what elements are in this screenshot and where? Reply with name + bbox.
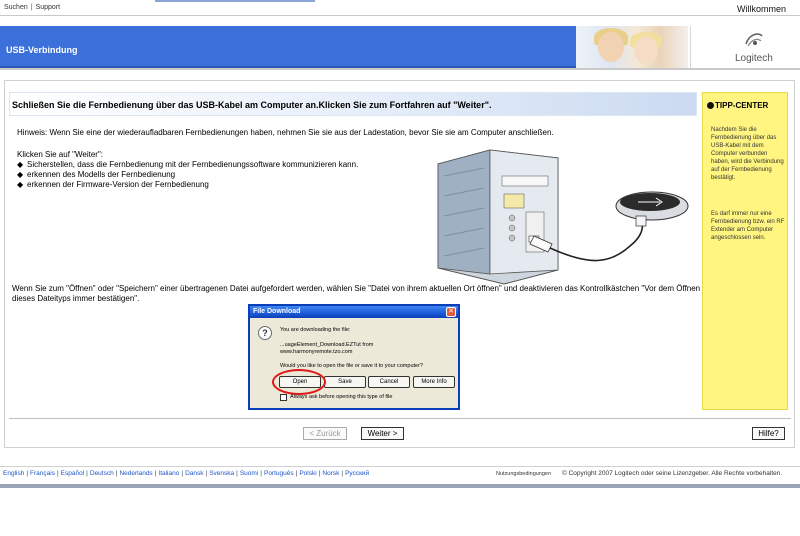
bottom-bar xyxy=(0,484,800,488)
browser-tab-indicator xyxy=(155,0,315,2)
hint-text: Hinweis: Wenn Sie eine der wiederaufladb… xyxy=(17,128,554,137)
logitech-logo: Logitech xyxy=(690,26,800,68)
close-icon: ✕ xyxy=(446,307,456,317)
terms-link[interactable]: Nutzungsbedingungen xyxy=(496,471,551,477)
tip-bullet-icon xyxy=(707,102,714,109)
lang-link-deutsch[interactable]: Deutsch xyxy=(90,470,114,477)
dialog-titlebar: File Download ✕ xyxy=(250,306,458,318)
file-download-dialog-image: File Download ✕ ? You are downloading th… xyxy=(248,304,460,410)
lang-link-english[interactable]: English xyxy=(3,470,24,477)
dialog-more-info-button: More Info xyxy=(413,376,455,388)
content-divider xyxy=(9,418,791,419)
page-header: USB-Verbindung xyxy=(0,26,576,68)
lang-link-russian[interactable]: Русский xyxy=(345,470,369,477)
copyright-text: © Copyright 2007 Logitech oder seine Liz… xyxy=(562,470,783,477)
header-photo xyxy=(576,26,688,68)
dialog-title: File Download xyxy=(253,308,301,315)
tip-text-2: Es darf immer nur eine Fernbedienung bzw… xyxy=(711,211,785,241)
tip-center-header: TIPP-CENTER xyxy=(707,101,768,110)
dialog-line-1: You are downloading the file: xyxy=(280,327,351,333)
lang-link-svenska[interactable]: Svenska xyxy=(209,470,234,477)
page-title: USB-Verbindung xyxy=(6,45,78,55)
always-ask-checkbox xyxy=(280,394,287,401)
lang-link-portugues[interactable]: Português xyxy=(264,470,294,477)
always-ask-label: Always ask before opening this type of f… xyxy=(290,394,393,400)
lang-link-polski[interactable]: Polski xyxy=(299,470,316,477)
lang-link-nederlands[interactable]: Nederlands xyxy=(119,470,152,477)
next-button[interactable]: Weiter > xyxy=(361,427,404,440)
lang-link-dansk[interactable]: Dansk xyxy=(185,470,203,477)
help-button[interactable]: Hilfe? xyxy=(752,427,785,440)
click-intro-text: Klicken Sie auf "Weiter": xyxy=(17,150,104,159)
logo-wordmark: Logitech xyxy=(735,53,773,64)
support-link[interactable]: Support xyxy=(36,4,61,11)
dialog-cancel-button: Cancel xyxy=(368,376,410,388)
usb-connection-illustration xyxy=(437,149,689,285)
welcome-text: Willkommen xyxy=(736,4,786,14)
header-divider xyxy=(0,68,800,70)
lang-link-espanol[interactable]: Español xyxy=(61,470,85,477)
list-item: ◆ erkennen der Firmware-Version der Fernb… xyxy=(17,180,209,189)
lang-link-italiano[interactable]: Italiano xyxy=(158,470,179,477)
tip-center-panel: TIPP-CENTER Nachdem Sie die Fernbedienun… xyxy=(702,92,788,410)
logitech-eye-icon xyxy=(745,33,763,47)
list-item: ◆ erkennen des Modells der Fernbedienung xyxy=(17,170,176,179)
link-separator: | xyxy=(30,4,33,11)
dialog-save-button: Save xyxy=(324,376,366,388)
dialog-host: www.harmonyremote.tzo.com xyxy=(280,349,353,355)
bullet-list: ◆ Sicherstellen, dass die Fernbedienung m… xyxy=(17,160,358,190)
bullet-icon: ◆ xyxy=(17,160,24,169)
lang-link-suomi[interactable]: Suomi xyxy=(240,470,258,477)
lang-link-norsk[interactable]: Norsk xyxy=(322,470,339,477)
bullet-icon: ◆ xyxy=(17,170,24,179)
dialog-filename: ...uageElement_Download.EZTut from xyxy=(280,342,374,348)
question-icon: ? xyxy=(258,326,272,340)
bullet-icon: ◆ xyxy=(17,180,24,189)
back-button[interactable]: < Zurück xyxy=(303,427,347,440)
instruction-text: Schließen Sie die Fernbedienung über das… xyxy=(12,100,492,110)
top-links: Suchen | Support xyxy=(4,4,60,11)
instruction-bar: Schließen Sie die Fernbedienung über das… xyxy=(9,92,697,116)
page-footer: English | Français | Español | Deutsch | Nederla… xyxy=(0,466,800,482)
search-link[interactable]: Suchen xyxy=(4,4,28,11)
top-bar: Suchen | Support Willkommen xyxy=(0,0,800,16)
open-file-note: Wenn Sie zum "Öffnen" oder "Speichern" e… xyxy=(12,284,701,303)
list-item: ◆ Sicherstellen, dass die Fernbedienung m… xyxy=(17,160,359,169)
open-highlight-circle xyxy=(272,369,326,395)
tip-text-1: Nachdem Sie die Fernbedienung über das U… xyxy=(711,127,784,181)
lang-link-francais[interactable]: Français xyxy=(30,470,55,477)
language-links: English | Français | Español | Deutsch | Nederla… xyxy=(3,470,370,477)
